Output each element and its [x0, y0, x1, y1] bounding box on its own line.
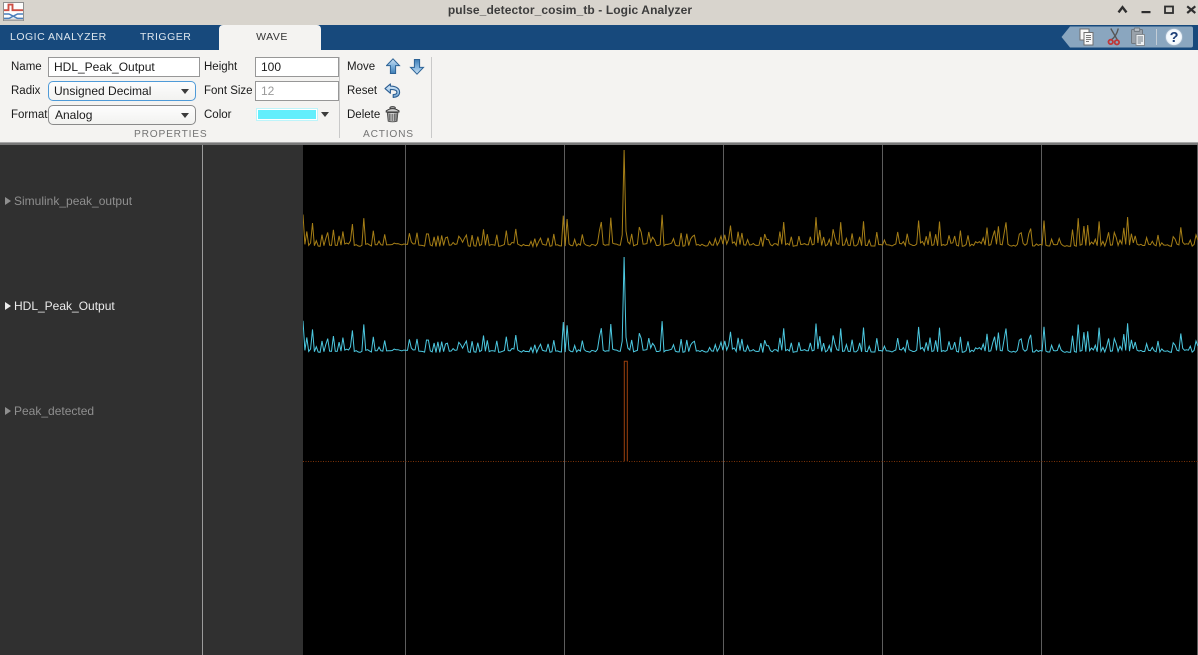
svg-text:?: ?	[1170, 30, 1179, 46]
